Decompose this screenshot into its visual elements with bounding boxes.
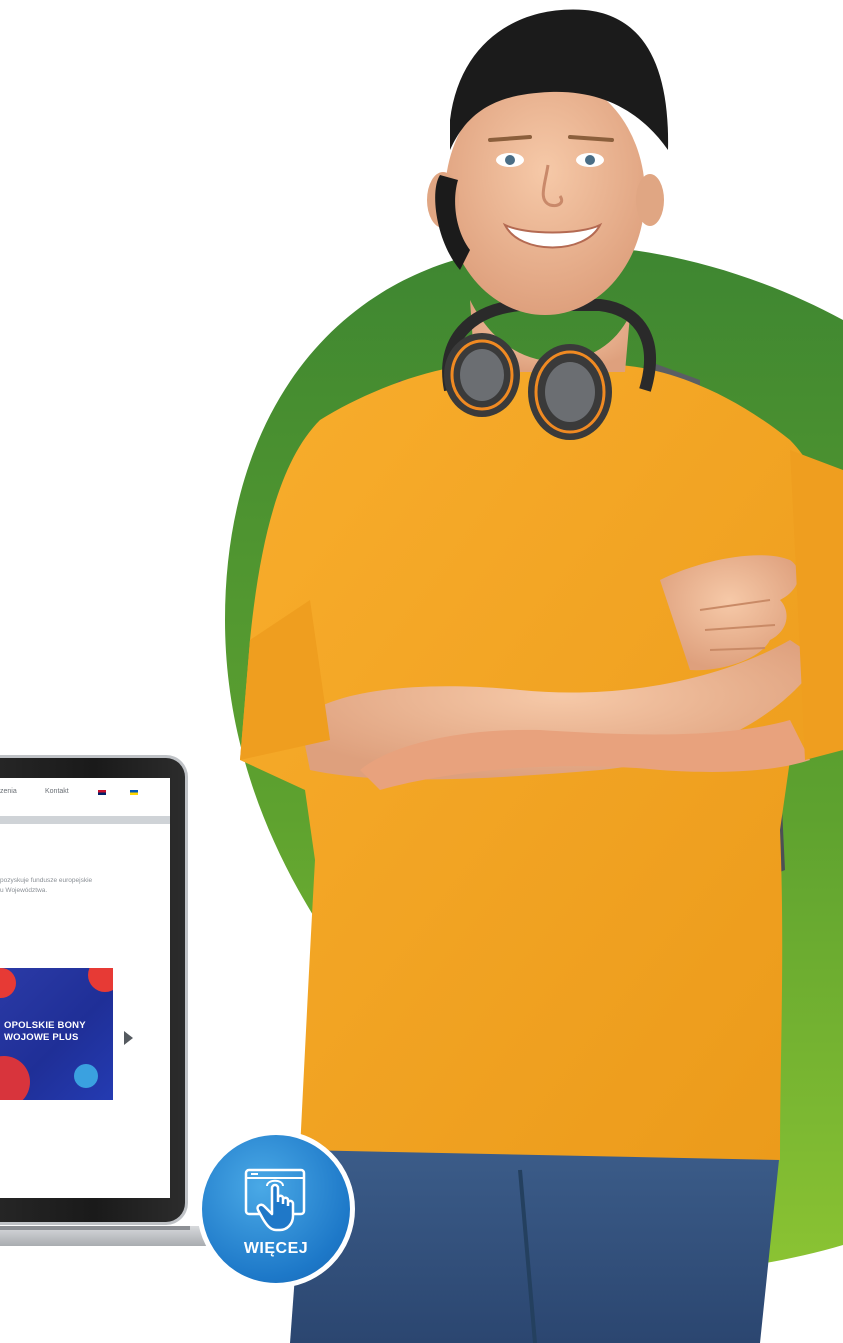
click-hand-icon (244, 1168, 306, 1232)
hero-scene: zenia Kontakt pozyskuje fundusze europej… (0, 0, 843, 1343)
more-button[interactable]: WIĘCEJ (197, 1130, 355, 1288)
student-photo (240, 9, 843, 1343)
more-button-label: WIĘCEJ (243, 1240, 309, 1257)
